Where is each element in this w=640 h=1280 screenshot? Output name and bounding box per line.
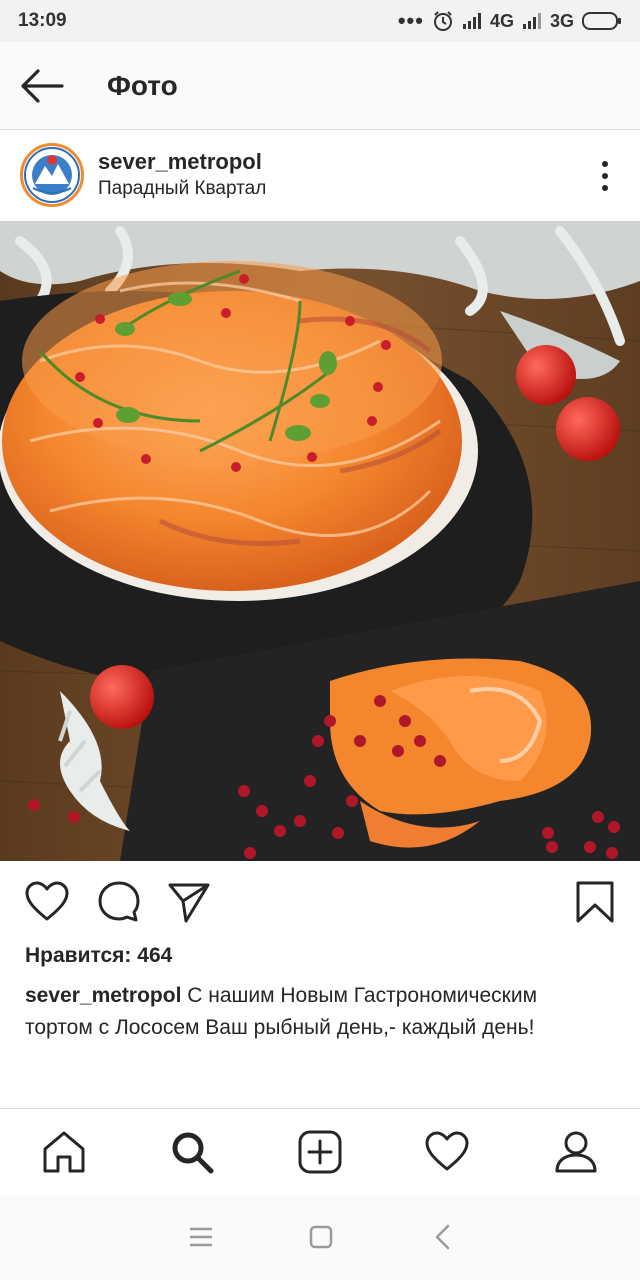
post-photo-image bbox=[0, 221, 640, 861]
notification-dots: ••• bbox=[397, 8, 424, 33]
heart-icon[interactable] bbox=[24, 879, 70, 925]
page-title: Фото bbox=[107, 70, 178, 101]
alarm-icon bbox=[433, 11, 452, 31]
system-navigation-bar bbox=[0, 1196, 640, 1280]
menu-icon[interactable] bbox=[186, 1222, 216, 1252]
add-post-icon[interactable] bbox=[297, 1129, 343, 1175]
post-username[interactable]: sever_metropol bbox=[98, 149, 262, 175]
signal-icon-2 bbox=[522, 13, 541, 29]
post-header: sever_metropol Парадный Квартал bbox=[0, 131, 640, 221]
home-icon[interactable] bbox=[41, 1129, 87, 1175]
post-location[interactable]: Парадный Квартал bbox=[98, 178, 266, 200]
signal-icon bbox=[462, 13, 481, 29]
back-icon[interactable] bbox=[428, 1222, 458, 1252]
network-type-2: 3G bbox=[549, 10, 574, 31]
profile-icon[interactable] bbox=[553, 1129, 599, 1175]
search-icon[interactable] bbox=[169, 1129, 215, 1175]
bookmark-icon[interactable] bbox=[572, 879, 618, 925]
bottom-navigation bbox=[0, 1108, 640, 1196]
status-time: 13:09 bbox=[18, 10, 67, 31]
more-options-icon[interactable] bbox=[598, 159, 612, 193]
caption-username[interactable]: sever_metropol bbox=[25, 984, 181, 1007]
status-indicators: ••• 4G 3G bbox=[398, 9, 622, 33]
activity-heart-icon[interactable] bbox=[424, 1129, 470, 1175]
avatar-logo bbox=[24, 147, 80, 203]
comment-icon[interactable] bbox=[96, 879, 142, 925]
network-type-1: 4G bbox=[489, 10, 514, 31]
post-caption: sever_metropol С нашим Новым Гастрономич… bbox=[25, 980, 585, 1044]
post-photo[interactable] bbox=[0, 221, 640, 861]
send-icon[interactable] bbox=[166, 879, 212, 925]
home-square-icon[interactable] bbox=[306, 1222, 336, 1252]
post-action-bar bbox=[0, 861, 640, 941]
likes-count[interactable]: Нравится: 464 bbox=[25, 944, 172, 968]
battery-icon bbox=[582, 12, 621, 30]
top-header: Фото bbox=[0, 42, 640, 130]
arrow-left-icon[interactable] bbox=[18, 66, 66, 106]
status-bar: 13:09 ••• 4G 3G bbox=[0, 0, 640, 42]
avatar[interactable] bbox=[20, 143, 84, 207]
